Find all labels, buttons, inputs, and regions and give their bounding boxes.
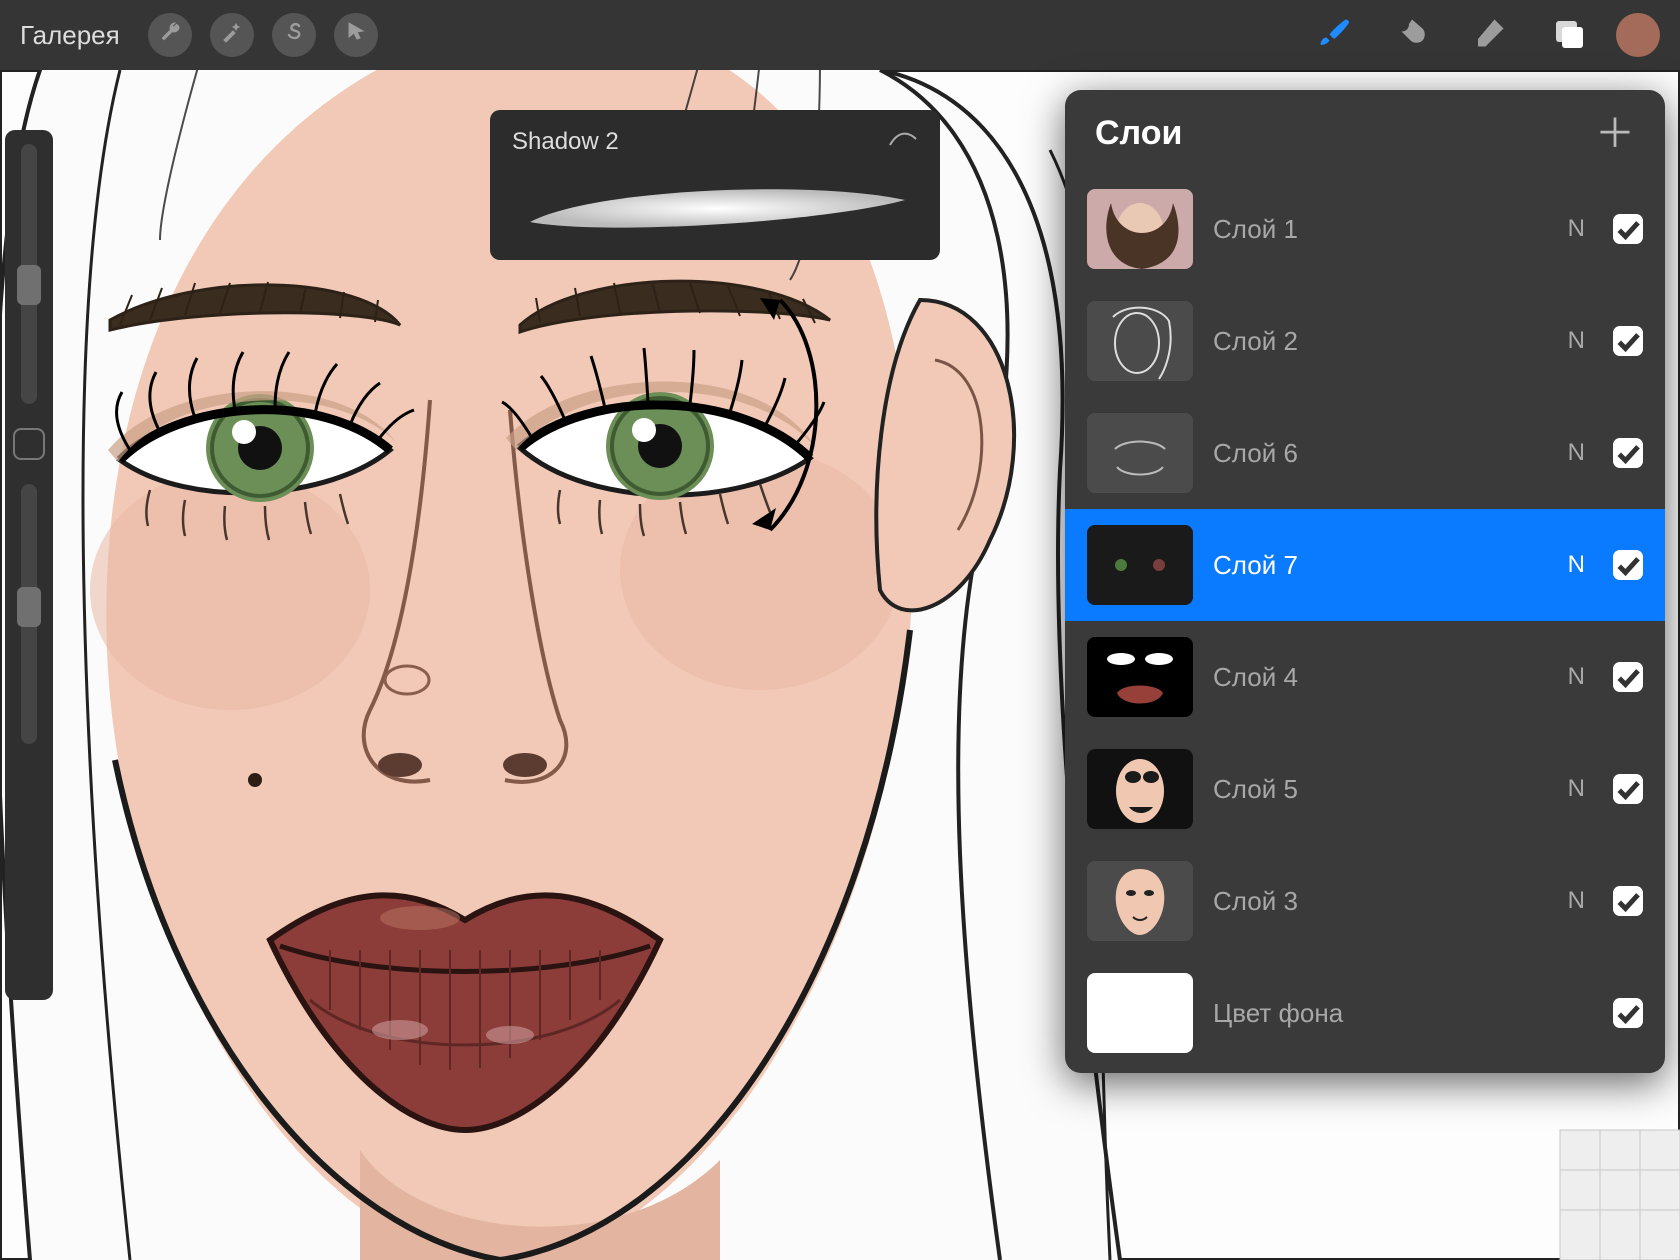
layer-visibility-checkbox[interactable] (1613, 214, 1643, 244)
layer-name: Слой 5 (1213, 774, 1548, 805)
layer-row[interactable]: Слой 1 N (1065, 173, 1665, 285)
layer-name: Слой 6 (1213, 438, 1548, 469)
layer-thumbnail (1087, 525, 1193, 605)
top-toolbar: Галерея (0, 0, 1680, 70)
brush-opacity-slider[interactable] (21, 484, 37, 744)
layer-blend-mode[interactable]: N (1568, 887, 1585, 915)
layer-visibility-checkbox[interactable] (1613, 438, 1643, 468)
eraser-icon (1472, 15, 1508, 56)
background-thumb (1087, 973, 1193, 1053)
smudge-tool[interactable] (1382, 15, 1442, 56)
layer-row[interactable]: Слой 7 N (1065, 509, 1665, 621)
layer-name: Слой 4 (1213, 662, 1548, 693)
layer-visibility-checkbox[interactable] (1613, 326, 1643, 356)
layer-blend-mode[interactable]: N (1568, 215, 1585, 243)
brush-size-slider[interactable] (21, 144, 37, 404)
brush-name: Shadow 2 (512, 128, 619, 156)
layer-visibility-checkbox[interactable] (1613, 886, 1643, 916)
color-swatch[interactable] (1616, 13, 1660, 57)
eraser-tool[interactable] (1460, 15, 1520, 56)
layer-row[interactable]: Слой 5 N (1065, 733, 1665, 845)
layer-row[interactable]: Слой 6 N (1065, 397, 1665, 509)
layer-name: Слой 3 (1213, 886, 1548, 917)
adjustments-button[interactable] (210, 13, 254, 57)
plus-icon: ＋ (1595, 112, 1635, 156)
wand-icon (220, 20, 244, 50)
layer-visibility-checkbox[interactable] (1613, 774, 1643, 804)
selection-button[interactable] (272, 13, 316, 57)
layer-blend-mode[interactable]: N (1568, 663, 1585, 691)
undo-button[interactable] (13, 904, 45, 936)
layer-row[interactable]: Слой 3 N (1065, 845, 1665, 957)
smudge-icon (1394, 15, 1430, 56)
layer-row[interactable]: Слой 2 N (1065, 285, 1665, 397)
brush-tool[interactable] (1304, 15, 1364, 56)
cursor-icon (344, 20, 368, 50)
brush-stroke-preview (512, 170, 918, 240)
layer-thumbnail (1087, 861, 1193, 941)
layer-blend-mode[interactable]: N (1568, 439, 1585, 467)
layers-panel: Слои ＋ Слой 1NСлой 2NСлой 6NСлой 7NСлой … (1065, 90, 1665, 1073)
layer-name: Слой 2 (1213, 326, 1548, 357)
transform-button[interactable] (334, 13, 378, 57)
background-row[interactable]: Цвет фона (1065, 957, 1665, 1069)
layers-icon (1550, 15, 1586, 56)
background-visibility-checkbox[interactable] (1613, 998, 1643, 1028)
brush-preview-popup: Shadow 2 (490, 110, 940, 260)
wrench-icon (158, 20, 182, 50)
brush-icon (1316, 15, 1352, 56)
gallery-button[interactable]: Галерея (20, 20, 120, 51)
layer-visibility-checkbox[interactable] (1613, 662, 1643, 692)
layers-button[interactable] (1538, 15, 1598, 56)
background-label: Цвет фона (1213, 998, 1593, 1029)
layer-row[interactable]: Слой 4 N (1065, 621, 1665, 733)
modify-button[interactable] (13, 428, 45, 460)
side-toolbar (5, 130, 53, 1000)
layer-name: Слой 1 (1213, 214, 1548, 245)
layer-thumbnail (1087, 189, 1193, 269)
redo-button[interactable] (13, 954, 45, 986)
layer-blend-mode[interactable]: N (1568, 775, 1585, 803)
brush-stroke-tip-icon (888, 128, 918, 156)
layer-thumbnail (1087, 749, 1193, 829)
layer-blend-mode[interactable]: N (1568, 327, 1585, 355)
layer-thumbnail (1087, 637, 1193, 717)
layers-title: Слои (1095, 114, 1182, 153)
selection-s-icon (282, 20, 306, 50)
layer-blend-mode[interactable]: N (1568, 551, 1585, 579)
actions-button[interactable] (148, 13, 192, 57)
layer-visibility-checkbox[interactable] (1613, 550, 1643, 580)
layer-thumbnail (1087, 413, 1193, 493)
layer-name: Слой 7 (1213, 550, 1548, 581)
layer-thumbnail (1087, 301, 1193, 381)
